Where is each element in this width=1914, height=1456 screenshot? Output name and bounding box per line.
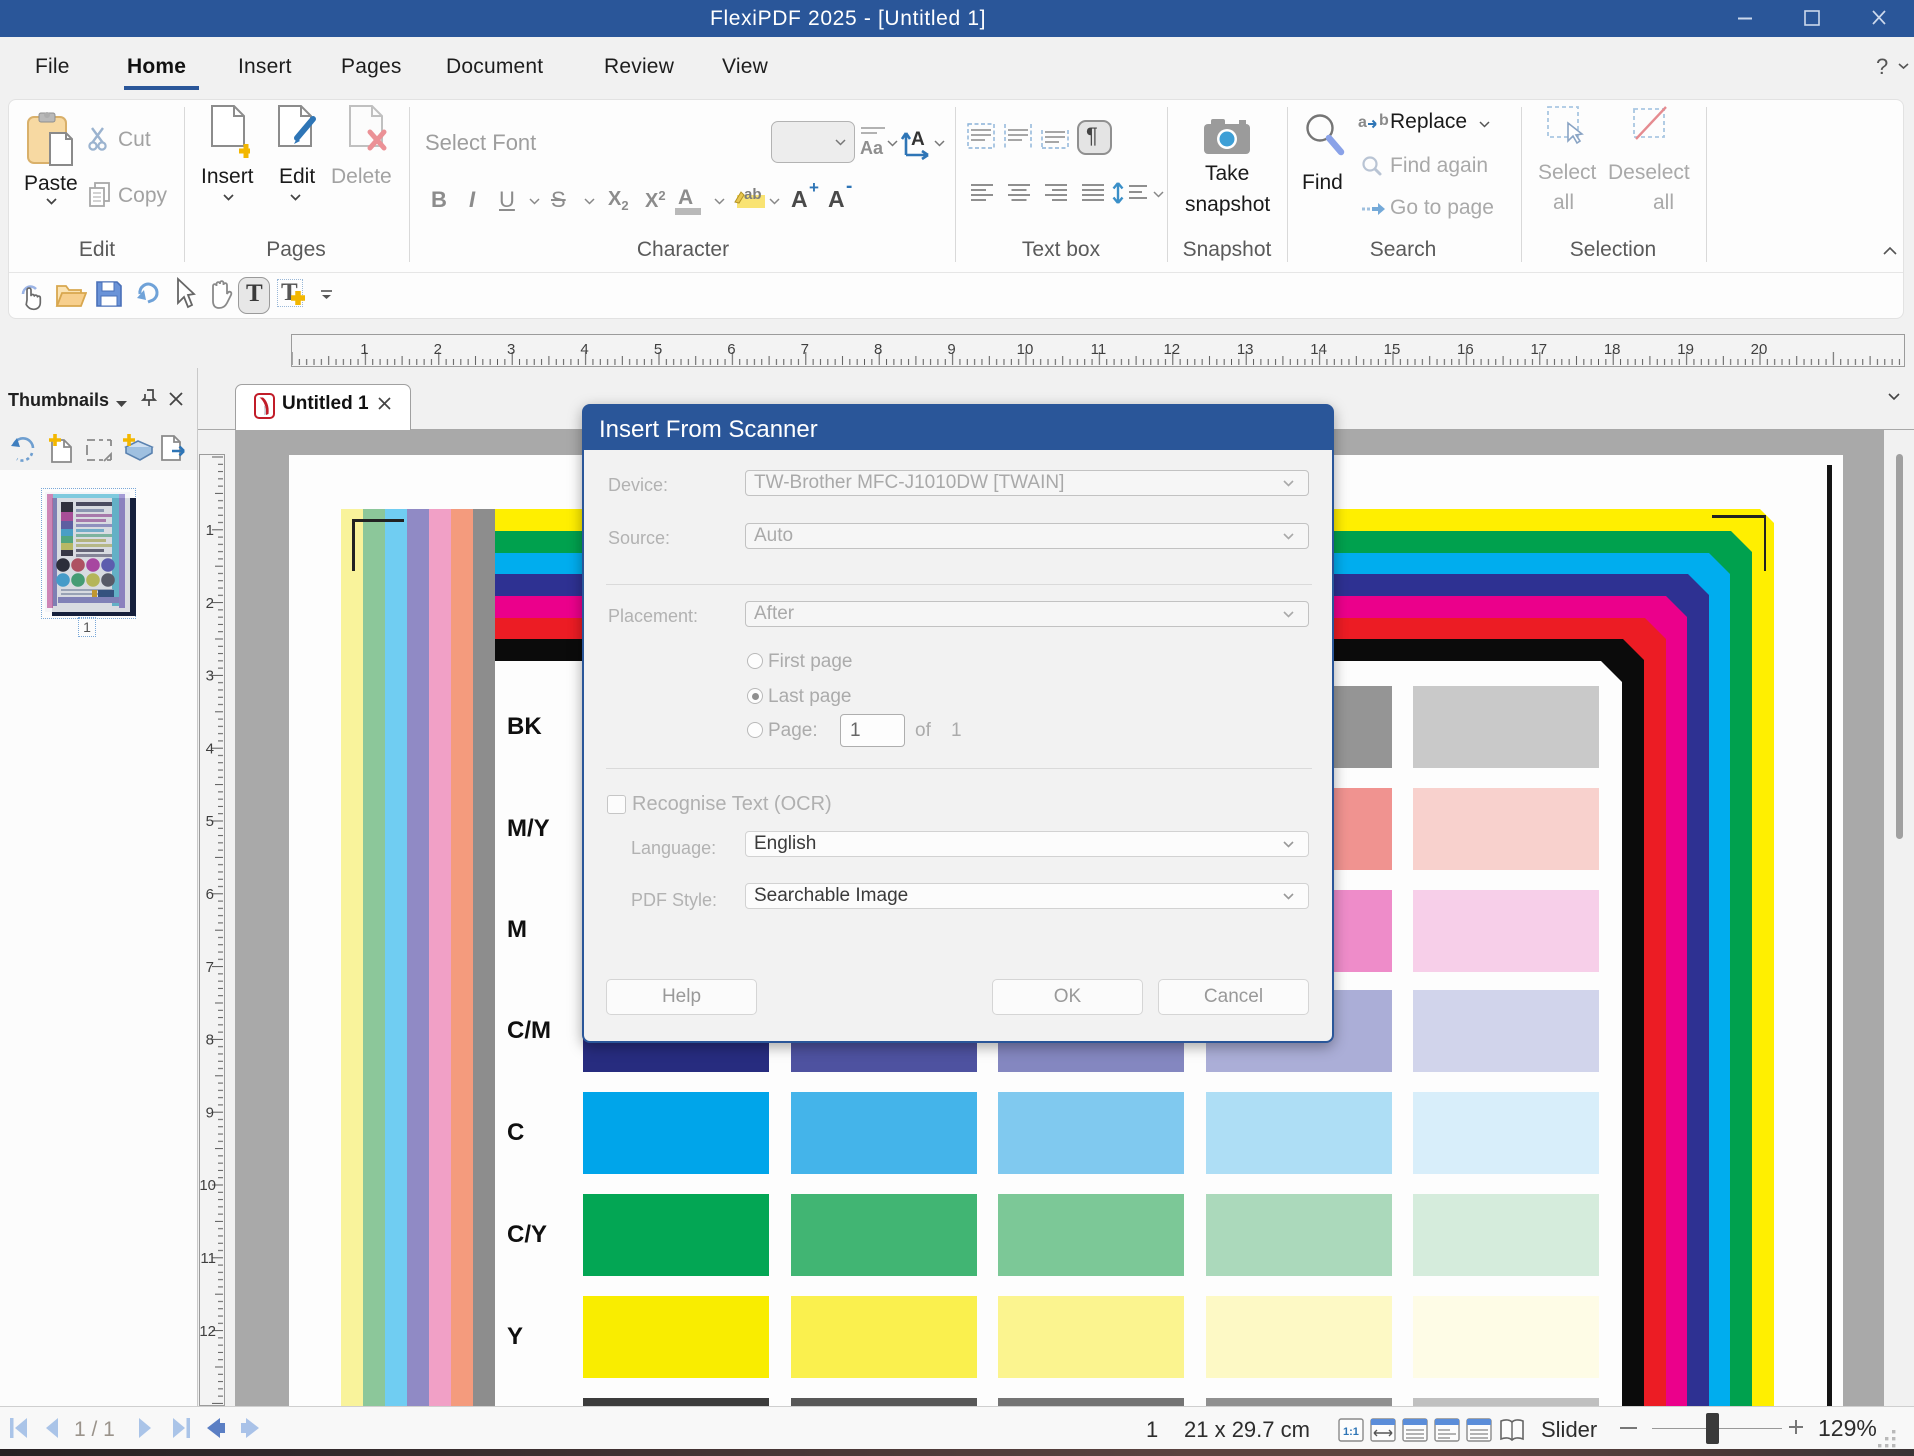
svg-text:10: 10 bbox=[1017, 341, 1034, 358]
svg-text:2: 2 bbox=[206, 595, 214, 612]
svg-text:7: 7 bbox=[801, 341, 809, 358]
svg-text:8: 8 bbox=[874, 341, 882, 358]
svg-text:6: 6 bbox=[727, 341, 735, 358]
svg-text:11: 11 bbox=[200, 1250, 216, 1267]
svg-text:11: 11 bbox=[1091, 341, 1107, 358]
svg-text:9: 9 bbox=[947, 341, 955, 358]
svg-text:1:1: 1:1 bbox=[1343, 1426, 1359, 1438]
svg-text:16: 16 bbox=[1457, 341, 1474, 358]
svg-text:10: 10 bbox=[200, 1177, 216, 1194]
svg-text:4: 4 bbox=[206, 740, 214, 757]
svg-text:17: 17 bbox=[1530, 341, 1547, 358]
svg-text:14: 14 bbox=[1310, 341, 1327, 358]
svg-text:12: 12 bbox=[1163, 341, 1180, 358]
svg-text:7: 7 bbox=[206, 959, 214, 976]
svg-text:5: 5 bbox=[654, 341, 662, 358]
svg-text:15: 15 bbox=[1384, 341, 1401, 358]
svg-text:1: 1 bbox=[206, 522, 214, 539]
svg-text:3: 3 bbox=[206, 668, 214, 685]
svg-text:3: 3 bbox=[507, 341, 515, 358]
svg-text:9: 9 bbox=[206, 1104, 214, 1121]
svg-text:1 / 1: 1 / 1 bbox=[74, 1418, 115, 1441]
svg-text:12: 12 bbox=[200, 1323, 216, 1340]
svg-text:4: 4 bbox=[580, 341, 588, 358]
svg-text:20: 20 bbox=[1751, 341, 1768, 358]
svg-text:8: 8 bbox=[206, 1032, 214, 1049]
svg-text:1: 1 bbox=[360, 341, 368, 358]
svg-text:2: 2 bbox=[434, 341, 442, 358]
svg-text:19: 19 bbox=[1677, 341, 1694, 358]
svg-text:5: 5 bbox=[206, 813, 214, 830]
svg-text:13: 13 bbox=[1237, 341, 1254, 358]
svg-text:A: A bbox=[911, 129, 925, 150]
svg-text:18: 18 bbox=[1604, 341, 1621, 358]
svg-text:6: 6 bbox=[206, 886, 214, 903]
